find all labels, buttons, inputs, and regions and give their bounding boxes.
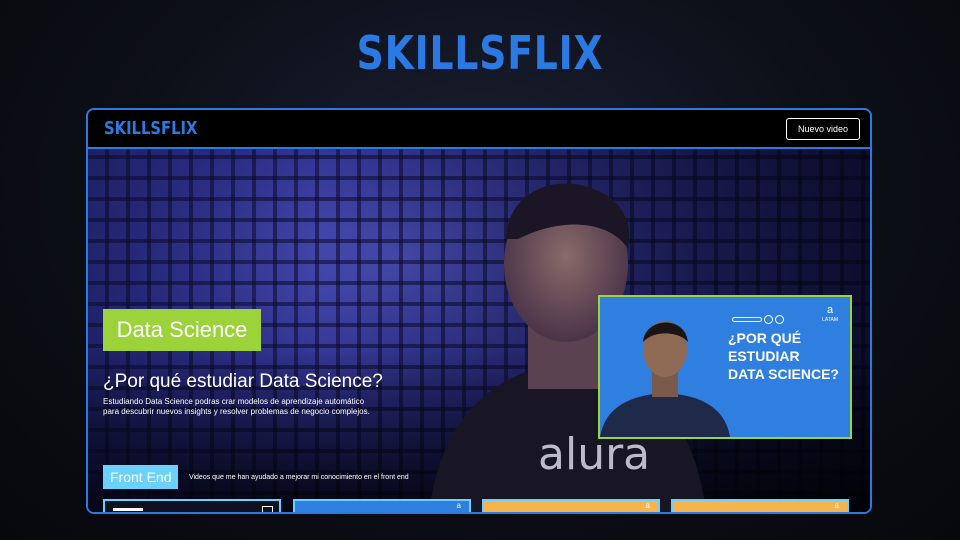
section-description: Videos que me han ayudado a mejorar mi c… — [188, 473, 409, 481]
featured-video-thumbnail[interactable]: a LATAM ¿POR QUÉ ESTUDIAR DATA SCIENCE? — [598, 295, 852, 439]
video-card[interactable]: a — [482, 499, 660, 512]
hero-description: Estudiando Data Science podras crar mode… — [103, 397, 370, 416]
front-end-section-header: Front End Videos que me han ayudado a me… — [103, 465, 409, 489]
category-badge-front-end[interactable]: Front End — [103, 465, 179, 489]
hero-banner: alura Data Science ¿Por qué estudiar Dat… — [88, 149, 870, 512]
video-card-row: a a a — [103, 499, 870, 512]
new-video-button[interactable]: Nuevo video — [786, 118, 860, 140]
thumbnail-decoration — [732, 311, 784, 329]
hero-title: ¿Por qué estudiar Data Science? — [103, 371, 383, 392]
card-icon — [262, 506, 273, 512]
video-card[interactable]: a — [671, 499, 849, 512]
alura-brand-icon: a LATAM — [822, 304, 838, 324]
header-logo[interactable]: SKILLSFLIX — [104, 118, 197, 139]
alura-brand-icon: a — [645, 501, 650, 510]
alura-brand-icon: a — [456, 501, 461, 510]
top-navbar: SKILLSFLIX Nuevo video — [88, 110, 870, 149]
alura-brand-icon: a — [834, 501, 839, 510]
card-decoration — [113, 508, 143, 511]
app-window: SKILLSFLIX Nuevo video alura Data Scienc… — [86, 108, 872, 514]
thumbnail-title: ¿POR QUÉ ESTUDIAR DATA SCIENCE? — [728, 330, 839, 382]
app-logo: SKILLSFLIX — [356, 26, 604, 80]
video-card[interactable] — [103, 499, 281, 512]
video-card[interactable]: a — [293, 499, 471, 512]
category-badge-data-science[interactable]: Data Science — [103, 309, 261, 351]
thumbnail-presenter-image — [600, 321, 730, 437]
